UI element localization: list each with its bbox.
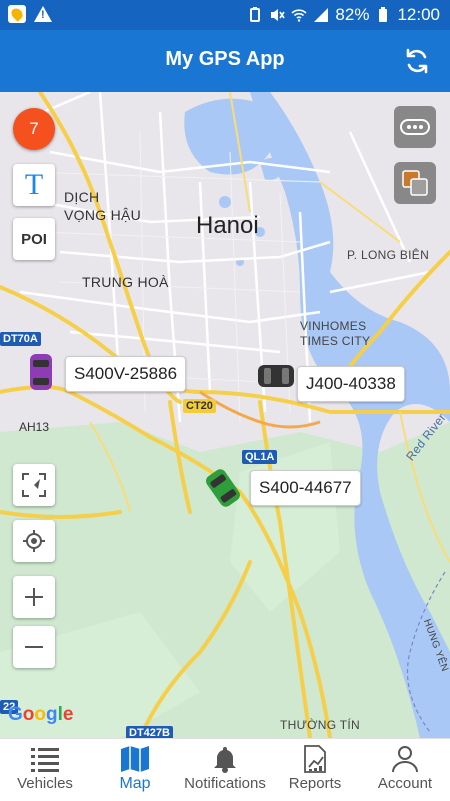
list-icon [31,748,59,772]
road-label-ah13: AH13 [19,420,50,434]
fit-bounds-button[interactable] [13,464,55,506]
vehicle-label-j400-40338[interactable]: J400-40338 [297,366,405,402]
clock: 12:00 [397,5,440,24]
layers-button[interactable] [394,162,436,204]
map-view[interactable]: DỊCH VỌNG HẬU Hanoi P. LONG BIÊN TRUNG H… [0,92,450,738]
crosshair-icon [23,530,45,552]
report-icon [304,745,326,773]
road-shield-ql1a: QL1A [242,450,278,464]
road-shield-dt427b: DT427B [126,726,173,738]
nav-vehicles-label: Vehicles [17,775,73,792]
layers-icon [402,170,428,196]
place-long-bien: P. LONG BIÊN [347,248,430,262]
vehicle-marker-s400v-25886[interactable] [30,354,52,390]
nav-account-label: Account [377,775,433,792]
place-thuong-tin: THƯỜNG TÍN [280,718,360,732]
bottom-navigation: Vehicles Map Notifications Reports Accou… [0,738,450,801]
page-title: My GPS App [165,48,285,70]
nav-reports-label: Reports [288,775,342,792]
poi-button[interactable]: POI [13,218,55,260]
refresh-icon[interactable] [402,46,432,76]
person-icon [392,746,418,773]
nav-vehicles[interactable]: Vehicles [0,745,90,792]
nav-map[interactable]: Map [90,745,180,793]
place-trung-hoa: TRUNG HOÀ [82,274,169,290]
signal-icon [314,8,329,22]
road-shield-ct20: CT20 [183,399,216,413]
nav-notifications[interactable]: Notifications [180,745,270,792]
map-icon [121,746,149,772]
zoom-out-button[interactable] [13,626,55,668]
vehicle-label-s400-44677[interactable]: S400-44677 [250,470,361,506]
battery-icon [379,7,388,22]
plus-icon [25,588,43,606]
more-dots-icon [400,119,430,135]
text-tool-button[interactable]: T [13,164,55,206]
google-attribution: Google [8,704,74,725]
nav-account[interactable]: Account [360,745,450,792]
status-bar: ! 82% 12:00 [0,0,450,30]
minus-icon [25,646,43,648]
battery-saver-icon [250,7,261,22]
zoom-in-button[interactable] [13,576,55,618]
mute-icon [271,9,286,21]
vehicle-count-badge[interactable]: 7 [13,108,55,150]
expand-icon [22,473,46,497]
more-options-button[interactable] [394,106,436,148]
wifi-icon [291,9,307,22]
nav-map-label: Map [119,775,151,792]
road-shield-dt70a: DT70A [0,332,41,346]
nav-notifications-label: Notifications [184,775,266,792]
warning-icon: ! [34,6,52,22]
app-icon [8,5,26,23]
battery-percent: 82% [335,5,370,24]
bell-icon [214,747,236,773]
place-hanoi: Hanoi [196,212,259,239]
app-header: My GPS App [0,30,450,92]
vehicle-marker-j400-40338[interactable] [258,365,294,387]
my-location-button[interactable] [13,520,55,562]
vehicle-label-s400v-25886[interactable]: S400V-25886 [65,356,187,392]
nav-reports[interactable]: Reports [270,745,360,792]
place-vinhomes: VINHOMES TIMES CITY [300,319,371,348]
place-dich-vong-hau: DỊCH VỌNG HẬU [64,189,142,223]
